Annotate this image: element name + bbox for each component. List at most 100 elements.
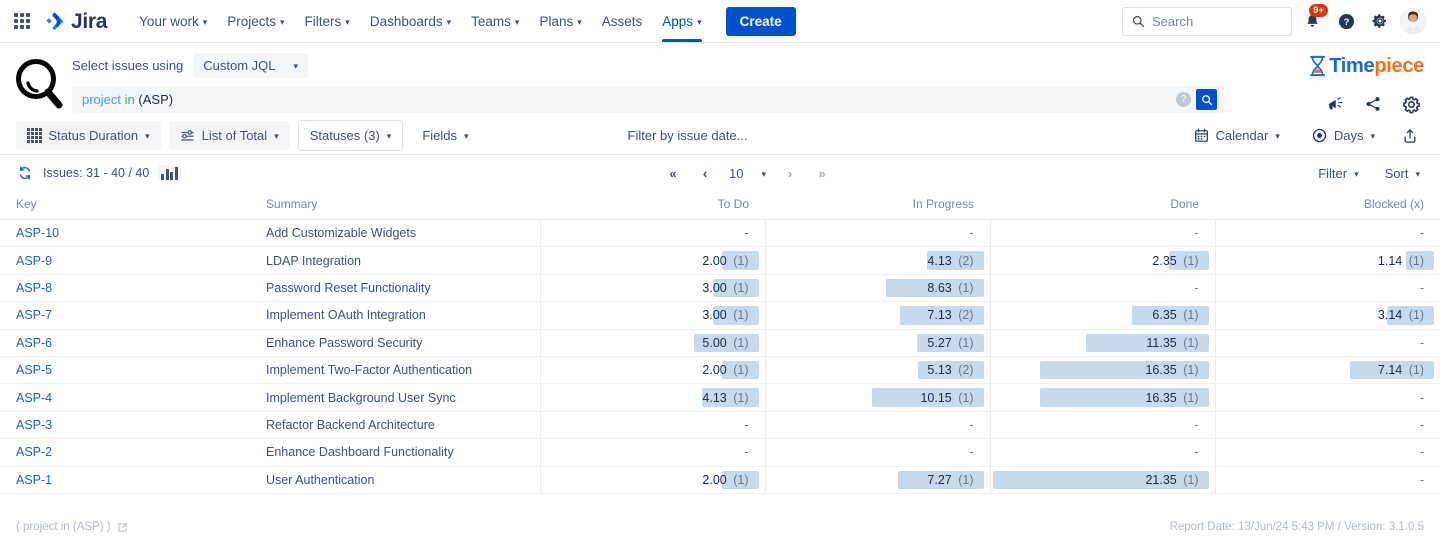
column-header-summary[interactable]: Summary (250, 191, 540, 220)
report-footer: ( project in (ASP) ) Report Date: 13/Jun… (0, 512, 1440, 542)
refresh-icon[interactable] (16, 164, 34, 182)
jira-logo[interactable]: Jira (44, 10, 107, 32)
nav-item-projects[interactable]: Projects ▾ (217, 0, 294, 42)
issue-key-link[interactable]: ASP-5 (16, 363, 52, 377)
cell-content: 7.14 (1) (1216, 357, 1440, 383)
cell-key: ASP-7 (0, 301, 250, 330)
gear-icon[interactable] (1400, 93, 1422, 115)
fields-label: Fields (422, 128, 458, 143)
issue-key-link[interactable]: ASP-8 (16, 281, 52, 295)
nav-item-plans[interactable]: Plans ▾ (529, 0, 591, 42)
cell-done: 16.35 (1) (989, 383, 1215, 412)
issue-key-link[interactable]: ASP-4 (16, 391, 52, 405)
cell-done: - (989, 411, 1215, 440)
next-page-button[interactable]: › (774, 160, 806, 186)
column-header-done[interactable]: Done (990, 191, 1215, 220)
filter-button[interactable]: Filter ▾ (1314, 161, 1362, 186)
help-icon[interactable]: ? (1332, 7, 1360, 35)
svg-text:?: ? (1343, 17, 1349, 28)
issue-key-link[interactable]: ASP-7 (16, 308, 52, 322)
cell-value: 21.35 (1) (1145, 472, 1199, 487)
nav-label: Assets (601, 13, 643, 29)
filter-label: Filter (1318, 165, 1348, 181)
create-button[interactable]: Create (725, 6, 796, 36)
avatar[interactable] (1400, 8, 1426, 34)
issue-key-link[interactable]: ASP-9 (16, 254, 52, 268)
cell-value: 4.13 (2) (927, 253, 974, 268)
nav-item-your-work[interactable]: Your work ▾ (129, 0, 217, 42)
cell-value: 5.13 (2) (927, 363, 974, 378)
cell-todo: - (539, 219, 765, 248)
issue-key-link[interactable]: ASP-6 (16, 336, 52, 350)
issue-key-link[interactable]: ASP-1 (16, 473, 52, 487)
units-button[interactable]: Days ▾ (1301, 121, 1386, 150)
column-header-blocked[interactable]: Blocked (x) (1215, 191, 1440, 220)
chevron-down-icon: ▾ (514, 16, 520, 27)
nav-item-filters[interactable]: Filters ▾ (295, 0, 360, 42)
nav-label: Plans (539, 13, 574, 29)
help-icon[interactable]: ? (1176, 92, 1191, 107)
cell-content: 10.15 (1) (766, 384, 990, 410)
cell-blocked: - (1214, 329, 1440, 357)
cell-in-progress: 4.13 (2) (764, 246, 990, 275)
cell-value: 4.13 (1) (702, 390, 749, 405)
chevron-down-icon: ▾ (345, 16, 350, 27)
status-duration-label: Status Duration (48, 128, 139, 143)
cell-content: - (766, 412, 990, 438)
issue-date-filter-input[interactable]: Filter by issue date... (628, 128, 748, 143)
nav-label: Apps (662, 13, 694, 29)
jql-mode-dropdown[interactable]: Custom JQL ▾ (193, 53, 309, 78)
issue-key-link[interactable]: ASP-3 (16, 418, 52, 432)
cell-content: - (1216, 330, 1440, 356)
grid-icon (27, 128, 42, 143)
calendar-button[interactable]: Calendar ▾ (1183, 121, 1291, 150)
first-page-button[interactable]: « (657, 160, 689, 186)
jql-query-input[interactable]: project in (ASP) ? (72, 86, 1224, 113)
status-duration-button[interactable]: Status Duration ▾ (16, 121, 161, 150)
cell-content: 21.35 (1) (991, 467, 1215, 493)
cell-content: - (766, 439, 990, 465)
statuses-button[interactable]: Statuses (3) ▾ (297, 120, 404, 151)
cell-content: 3.00 (1) (541, 275, 765, 301)
cell-content: - (1216, 467, 1440, 493)
share-icon[interactable] (1362, 93, 1384, 115)
prev-page-button[interactable]: ‹ (689, 160, 721, 186)
table-row: ASP-10 Add Customizable Widgets - - - - (0, 219, 1440, 248)
list-of-total-button[interactable]: List of Total ▾ (168, 121, 290, 150)
nav-label: Projects (227, 13, 277, 29)
cell-summary: Refactor Backend Architecture (250, 411, 540, 440)
notifications-icon[interactable]: 9+ (1298, 4, 1328, 35)
issue-key-link[interactable]: ASP-2 (16, 445, 52, 459)
cell-content: 5.13 (2) (766, 357, 990, 383)
search-input[interactable]: Search (1122, 6, 1292, 36)
nav-item-dashboards[interactable]: Dashboards ▾ (360, 0, 461, 42)
cell-value: 2.35 (1) (1152, 253, 1199, 268)
app-switcher-icon[interactable] (10, 9, 34, 33)
column-header-key[interactable]: Key (0, 191, 250, 220)
column-header-todo[interactable]: To Do (540, 191, 765, 220)
settings-icon[interactable] (1366, 7, 1394, 35)
export-icon[interactable] (1396, 122, 1424, 150)
issue-key-link[interactable]: ASP-10 (16, 226, 59, 240)
jql-search-button[interactable] (1196, 89, 1217, 110)
last-page-button[interactable]: » (806, 160, 838, 186)
cell-blocked: 1.14 (1) (1214, 246, 1440, 275)
cell-todo: 2.00 (1) (539, 356, 765, 385)
column-header-inprogress[interactable]: In Progress (765, 191, 990, 220)
page-size-dropdown[interactable]: 10 ▾ (721, 162, 774, 185)
cell-value: 1.14 (1) (1377, 253, 1424, 268)
list-of-total-label: List of Total (201, 128, 268, 143)
sort-button[interactable]: Sort ▾ (1381, 161, 1424, 186)
bar-chart-icon[interactable] (158, 164, 181, 182)
cell-value: 7.14 (1) (1377, 363, 1424, 378)
nav-item-apps[interactable]: Apps ▾ (652, 0, 711, 42)
megaphone-icon[interactable] (1324, 93, 1346, 115)
issues-left-group: Issues: 31 - 40 / 40 (16, 164, 181, 182)
fields-button[interactable]: Fields ▾ (411, 121, 479, 150)
nav-label: Dashboards (369, 13, 443, 29)
cell-value: - (1419, 335, 1424, 350)
nav-item-assets[interactable]: Assets (592, 0, 653, 42)
report-toolbar: Status Duration ▾ List of Total ▾ Status… (0, 117, 1440, 155)
footer-query-link[interactable]: ( project in (ASP) ) (16, 521, 128, 533)
nav-item-teams[interactable]: Teams ▾ (461, 0, 529, 42)
